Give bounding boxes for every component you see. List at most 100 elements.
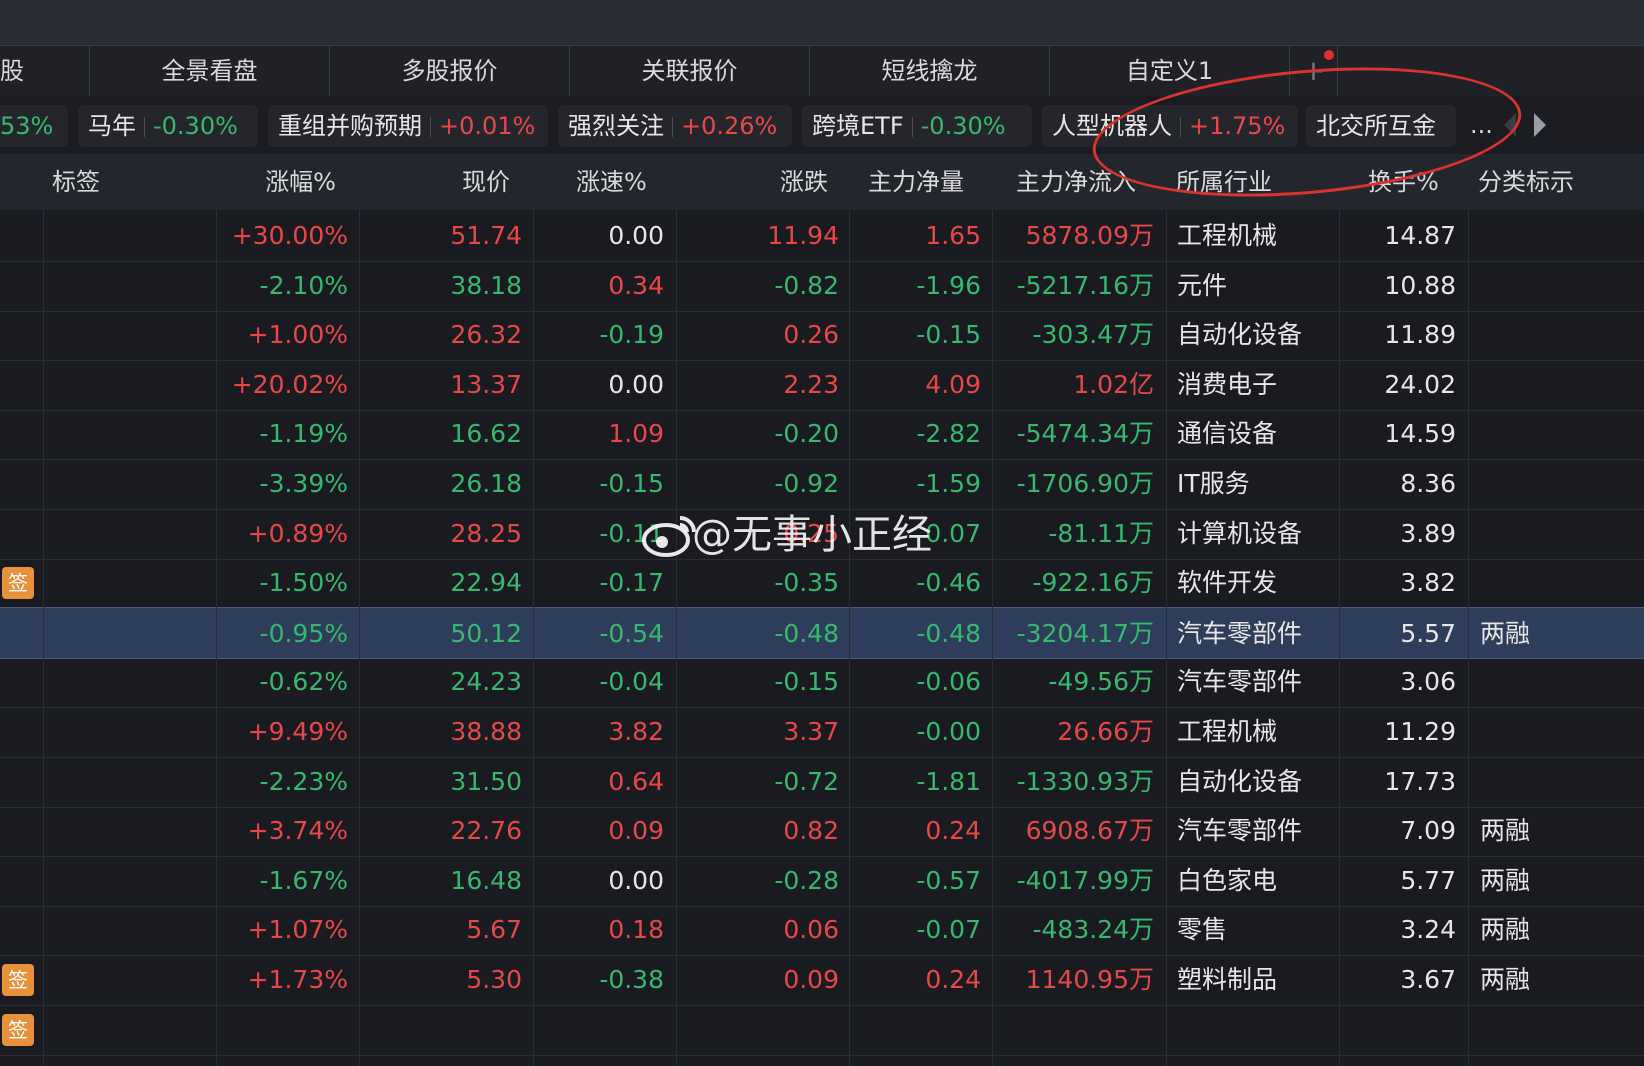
table-row[interactable]: -2.23% 31.50 0.64 -0.72 -1.81 -1330.93万 自动化设备 1… [0, 756, 1644, 808]
cell-turnover: 3.24 [1400, 915, 1456, 945]
cell-category: 两融 [1480, 965, 1531, 994]
cell-price: 13.37 [450, 369, 522, 399]
cell-category [1480, 508, 1600, 560]
cell-change: -0.72 [774, 766, 839, 796]
tab-stock[interactable]: 股 [0, 46, 90, 96]
cell-change: 0.26 [783, 320, 839, 350]
cell-category [1480, 359, 1600, 411]
cell-main-flow: 26.66万 [1057, 717, 1154, 746]
concept-chip[interactable]: 重组并购预期 +0.01% [268, 105, 548, 147]
cell-turnover: 5.77 [1400, 865, 1456, 895]
cell-industry: 软件开发 [1177, 568, 1278, 598]
cell-industry: 通信设备 [1177, 419, 1278, 449]
cell-main-flow: 5878.09万 [1025, 221, 1154, 250]
cell-speed: -0.38 [599, 965, 664, 994]
concept-chip[interactable]: 53% [0, 105, 68, 147]
col-header-price[interactable]: 现价 [380, 154, 510, 210]
table-row[interactable]: 签 +1.73% 5.30 -0.38 0.09 0.24 1140.95万 塑料制品 3.67… [0, 954, 1644, 1006]
cell-main-vol: -1.96 [916, 270, 981, 300]
scroll-right-icon[interactable] [1534, 113, 1546, 137]
cell-category [1480, 309, 1600, 361]
cell-speed: 0.64 [608, 766, 664, 796]
table-row[interactable]: +20.02% 13.37 0.00 2.23 4.09 1.02亿 消费电子 24.02 [0, 359, 1644, 411]
cell-industry: 零售 [1177, 915, 1228, 945]
cell-industry: 汽车零部件 [1177, 816, 1303, 846]
cell-main-flow: -3204.17万 [1016, 618, 1154, 648]
table-row[interactable]: +3.74% 22.76 0.09 0.82 0.24 6908.67万 汽车零部件 7.09… [0, 805, 1644, 858]
cell-change: -0.48 [774, 618, 839, 648]
cell-speed: -0.04 [599, 667, 664, 697]
cell-main-vol: -1.81 [916, 766, 981, 796]
cell-speed: 0.18 [608, 915, 664, 945]
cell-turnover [1340, 1004, 1456, 1056]
column-divider [849, 210, 850, 1066]
cell-main-vol [850, 1004, 981, 1056]
cell-main-flow: -303.47万 [1032, 320, 1155, 350]
table-row[interactable]: -0.95% 50.12 -0.54 -0.48 -0.48 -3204.17万 汽车零部件… [0, 606, 1644, 659]
tab-related-quote[interactable]: 关联报价 [570, 46, 810, 96]
cell-category [1480, 557, 1600, 609]
table-row[interactable]: -1.19% 16.62 1.09 -0.20 -2.82 -5474.34万 通信设备 14… [0, 408, 1644, 461]
concept-chip[interactable]: 跨境ETF -0.30% [802, 105, 1032, 147]
cell-industry: 工程机械 [1177, 221, 1278, 250]
cell-price: 26.18 [450, 469, 522, 498]
cell-main-vol: -0.07 [916, 915, 981, 945]
cell-main-vol: -0.15 [916, 320, 981, 350]
cell-main-vol: 1.65 [925, 221, 981, 250]
cell-speed: -0.17 [599, 568, 664, 598]
cell-industry: 白色家电 [1177, 865, 1278, 895]
column-divider [676, 210, 677, 1066]
cell-category [1480, 756, 1600, 808]
cell-change: 11.94 [767, 221, 839, 250]
concept-chip[interactable]: 强烈关注 +0.26% [558, 105, 792, 147]
col-header-speed[interactable]: 涨速% [576, 154, 647, 210]
cell-main-vol: 4.09 [925, 369, 981, 399]
table-row[interactable]: +9.49% 38.88 3.82 3.37 -0.00 26.66万 工程机械 11.29 [0, 706, 1644, 758]
cell-pct: +1.00% [247, 320, 348, 350]
cell-turnover: 24.02 [1384, 369, 1456, 399]
table-row[interactable]: -3.39% 26.18 -0.15 -0.92 -1.59 -1706.90万 IT服务 8… [0, 458, 1644, 510]
col-header-pct[interactable]: 涨幅% [220, 154, 336, 210]
cell-main-flow: -5474.34万 [1016, 419, 1154, 449]
cell-price [360, 1004, 522, 1056]
cell-price: 38.88 [450, 717, 522, 746]
column-divider [359, 210, 360, 1066]
sign-badge: 签 [2, 964, 34, 996]
cell-industry: 消费电子 [1177, 369, 1278, 399]
table-row[interactable]: +1.07% 5.67 0.18 0.06 -0.07 -483.24万 零售 3.24 两融 [0, 904, 1644, 957]
table-row[interactable]: -1.67% 16.48 0.00 -0.28 -0.57 -4017.99万 白色家电 5.… [0, 855, 1644, 907]
table-row[interactable]: +1.00% 26.32 -0.19 0.26 -0.15 -303.47万 自动化设备 11… [0, 309, 1644, 362]
col-header-main-vol[interactable]: 主力净量 [868, 154, 964, 210]
cell-speed: 0.00 [608, 221, 664, 250]
col-header-tag[interactable]: 标签 [52, 154, 100, 210]
cell-category [1480, 656, 1600, 708]
cell-main-vol: -2.82 [916, 419, 981, 449]
cell-industry: 计算机设备 [1177, 518, 1303, 548]
cell-speed: 1.09 [608, 419, 664, 449]
weibo-logo-icon [642, 516, 696, 557]
table-row[interactable]: 签 [0, 1004, 1644, 1056]
col-header-change[interactable]: 涨跌 [700, 154, 828, 210]
cell-category [1480, 260, 1600, 312]
cell-speed: 0.09 [608, 816, 664, 846]
cell-pct: +9.49% [247, 717, 348, 746]
column-divider [992, 210, 993, 1066]
tab-multi-quote[interactable]: 多股报价 [330, 46, 570, 96]
cell-price: 31.50 [450, 766, 522, 796]
tab-short-term[interactable]: 短线擒龙 [810, 46, 1050, 96]
cell-pct: +30.00% [231, 221, 348, 250]
concept-chip[interactable]: 马年 -0.30% [78, 105, 258, 147]
tab-panorama[interactable]: 全景看盘 [90, 46, 330, 96]
cell-turnover: 5.57 [1400, 618, 1456, 648]
table-row[interactable]: -0.62% 24.23 -0.04 -0.15 -0.06 -49.56万 汽车零部件 3.… [0, 656, 1644, 709]
cell-main-flow: -5217.16万 [1016, 270, 1154, 300]
cell-main-flow: -1330.93万 [1016, 766, 1154, 796]
table-row[interactable]: +30.00% 51.74 0.00 11.94 1.65 5878.09万 工程机械 14.… [0, 210, 1644, 262]
cell-speed: 0.34 [608, 270, 664, 300]
table-row[interactable]: -2.10% 38.18 0.34 -0.82 -1.96 -5217.16万 元件 10.8… [0, 260, 1644, 312]
col-header-category[interactable]: 分类标示 [1478, 154, 1574, 210]
cell-category [1480, 458, 1600, 510]
cell-main-flow: -49.56万 [1048, 667, 1154, 697]
cell-category [1480, 1004, 1600, 1056]
cell-main-flow: 1140.95万 [1025, 965, 1154, 994]
